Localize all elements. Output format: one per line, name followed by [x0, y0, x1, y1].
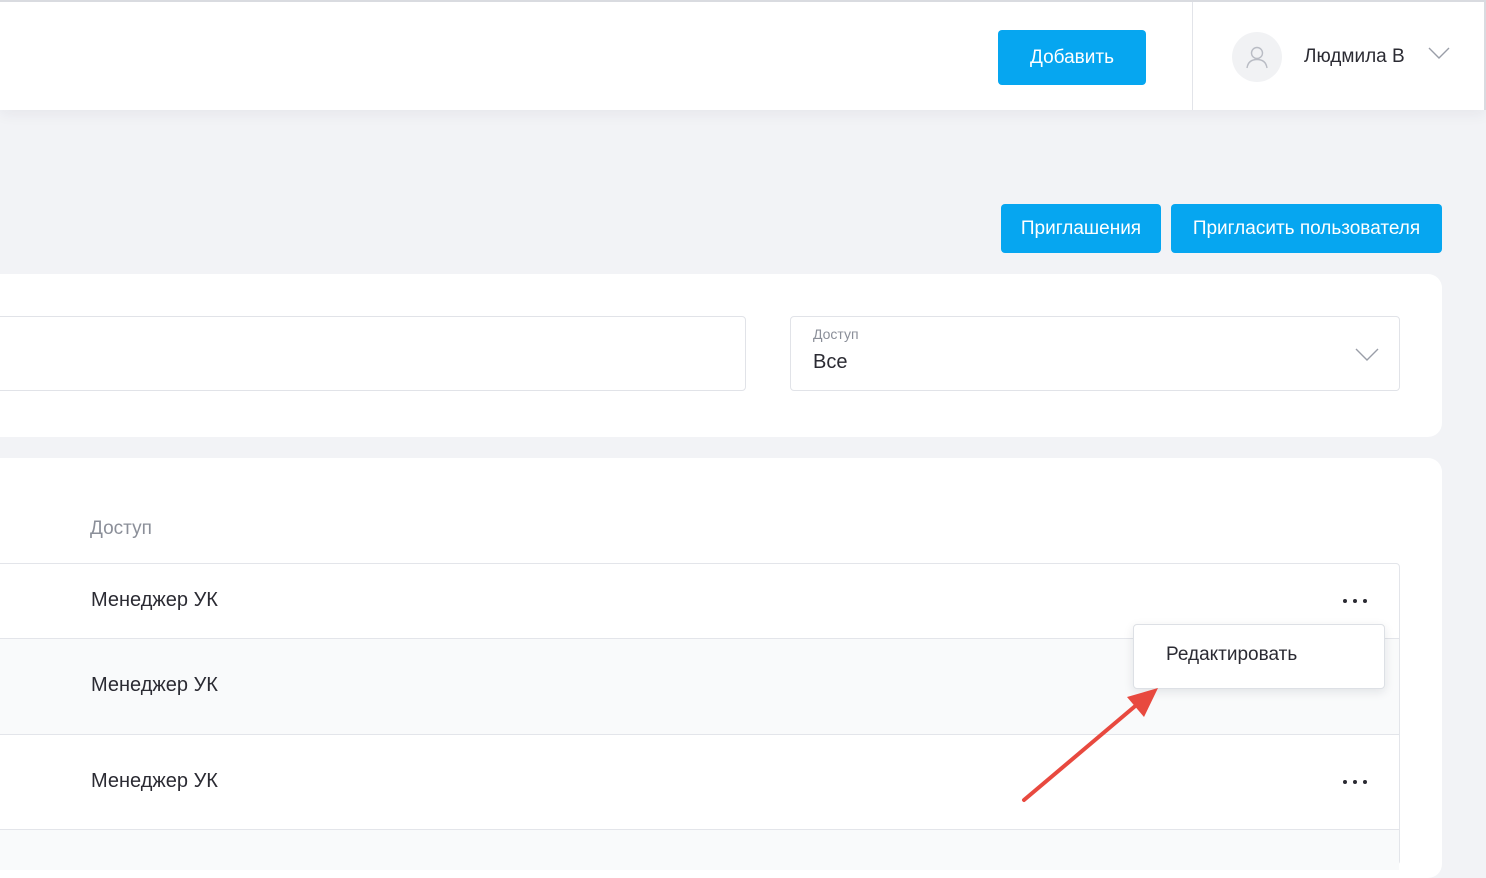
- user-avatar-icon: [1232, 32, 1282, 82]
- chevron-down-icon[interactable]: [1428, 46, 1450, 60]
- row-access-cell: Менеджер УК: [91, 674, 218, 696]
- table-row[interactable]: Менеджер УК: [0, 735, 1399, 830]
- header-divider: [1192, 2, 1193, 110]
- top-header: Добавить Людмила В: [0, 0, 1486, 110]
- add-button[interactable]: Добавить: [998, 30, 1146, 85]
- column-header-access[interactable]: Доступ: [90, 518, 152, 540]
- table-row[interactable]: [0, 830, 1399, 870]
- edit-menu-item[interactable]: Редактировать: [1166, 644, 1297, 666]
- invite-user-button[interactable]: Пригласить пользователя: [1171, 204, 1442, 253]
- search-input[interactable]: [0, 316, 746, 391]
- user-menu[interactable]: Людмила В: [1232, 32, 1462, 82]
- access-filter-label: Доступ: [813, 326, 859, 342]
- more-horizontal-icon[interactable]: [1343, 596, 1367, 606]
- annotation-arrow-icon: [1022, 688, 1158, 802]
- row-access-cell: Менеджер УК: [91, 589, 218, 611]
- access-filter-select[interactable]: Доступ Все: [790, 316, 1400, 391]
- user-name: Людмила В: [1304, 46, 1405, 67]
- row-access-cell: Менеджер УК: [91, 770, 218, 792]
- chevron-down-icon: [1355, 348, 1379, 361]
- row-context-menu: Редактировать: [1133, 624, 1385, 689]
- more-horizontal-icon[interactable]: [1343, 777, 1367, 787]
- access-filter-value: Все: [813, 351, 848, 373]
- users-table: Менеджер УК Менеджер УК Менеджер УК: [0, 563, 1400, 870]
- invitations-button[interactable]: Приглашения: [1001, 204, 1161, 253]
